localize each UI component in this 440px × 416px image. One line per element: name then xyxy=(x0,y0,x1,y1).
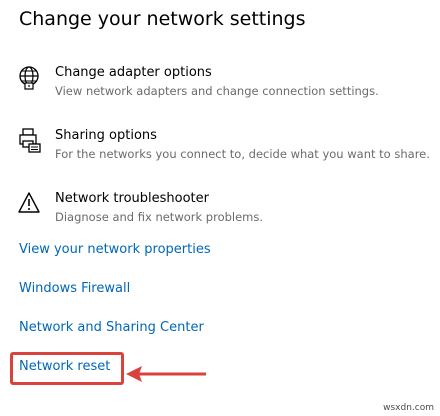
warning-triangle-icon xyxy=(18,191,42,217)
annotation-highlight-box xyxy=(10,352,124,385)
option-description: For the networks you connect to, decide … xyxy=(55,147,430,161)
globe-network-icon xyxy=(18,65,42,91)
network-settings-panel: Change your network settings Change adap… xyxy=(0,0,440,416)
change-adapter-options-item[interactable]: Change adapter options View network adap… xyxy=(0,65,440,109)
watermark-text: wsxdn.com xyxy=(383,403,434,413)
annotation-arrow-icon xyxy=(124,362,208,390)
option-title: Network troubleshooter xyxy=(55,191,209,206)
network-sharing-center-link[interactable]: Network and Sharing Center xyxy=(19,320,204,335)
view-network-properties-link[interactable]: View your network properties xyxy=(19,242,211,257)
printer-sharing-icon xyxy=(18,128,42,154)
page-title: Change your network settings xyxy=(19,8,306,30)
sharing-options-item[interactable]: Sharing options For the networks you con… xyxy=(0,128,440,172)
option-description: Diagnose and fix network problems. xyxy=(55,210,264,224)
option-title: Sharing options xyxy=(55,128,157,143)
option-title: Change adapter options xyxy=(55,65,212,80)
windows-firewall-link[interactable]: Windows Firewall xyxy=(19,281,130,296)
option-description: View network adapters and change connect… xyxy=(55,84,379,98)
network-troubleshooter-item[interactable]: Network troubleshooter Diagnose and fix … xyxy=(0,191,440,235)
